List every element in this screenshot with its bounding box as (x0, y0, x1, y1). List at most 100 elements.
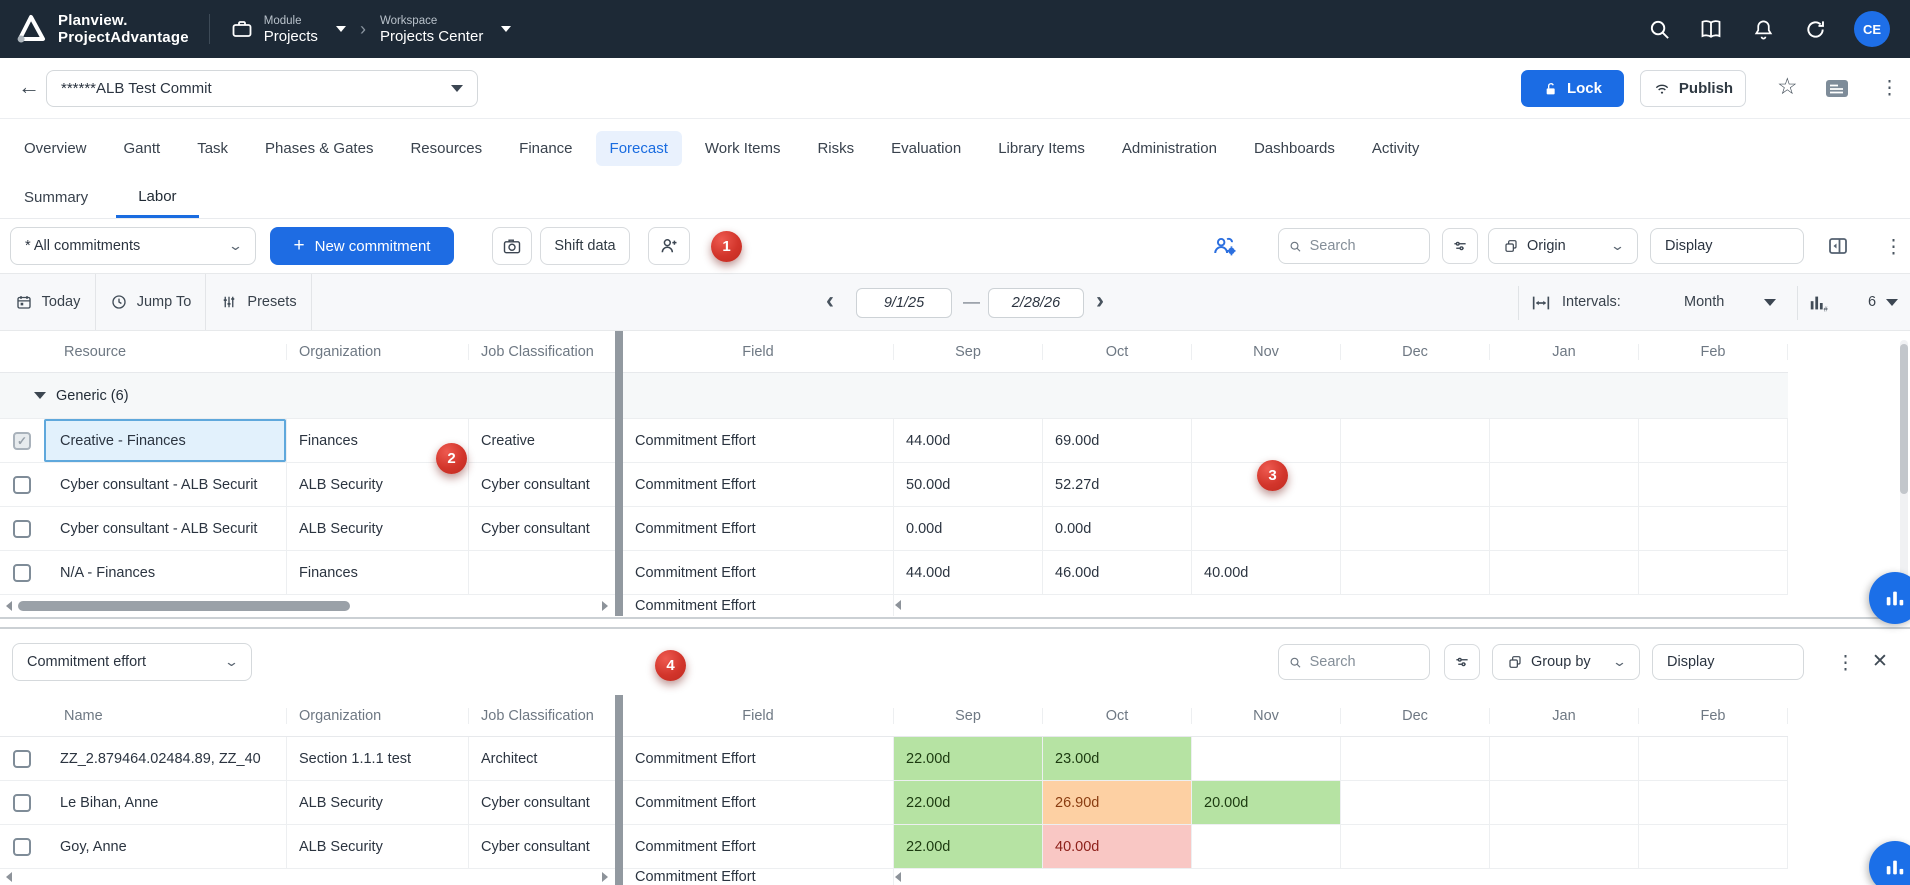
row-checkbox[interactable] (13, 476, 31, 494)
value-cell[interactable] (1490, 551, 1639, 594)
workspace-switcher[interactable]: Workspace Projects Center (380, 14, 511, 44)
value-cell[interactable]: 20.00d (1192, 781, 1341, 824)
resource-cell-selected[interactable]: Creative - Finances (44, 419, 286, 462)
value-cell[interactable]: 0.00d (894, 507, 1043, 550)
scroll-right-icon[interactable] (602, 872, 608, 882)
value-cell[interactable]: 23.00d (1043, 737, 1192, 780)
interval-caret-icon[interactable] (1764, 299, 1776, 306)
col-header-month[interactable]: Feb (1639, 708, 1788, 724)
scroll-left-icon[interactable] (895, 872, 901, 882)
value-cell[interactable]: 22.00d (894, 737, 1043, 780)
value-cell[interactable]: 52.27d (1043, 463, 1192, 506)
col-header-month[interactable]: Feb (1639, 344, 1788, 360)
col-header-month[interactable]: Nov (1192, 344, 1341, 360)
collapse-panel-icon[interactable] (1826, 234, 1850, 258)
tab-activity[interactable]: Activity (1358, 131, 1434, 166)
value-cell[interactable] (1192, 507, 1341, 550)
search-input[interactable] (1310, 654, 1419, 670)
col-header-month[interactable]: Jan (1490, 344, 1639, 360)
value-cell[interactable]: 22.00d (894, 781, 1043, 824)
value-cell[interactable] (1639, 419, 1788, 462)
col-header-job[interactable]: Job Classification (468, 708, 615, 724)
lock-button[interactable]: Lock (1521, 70, 1624, 107)
value-cell[interactable] (1490, 825, 1639, 868)
refresh-icon[interactable] (1802, 16, 1828, 42)
value-cell[interactable]: 50.00d (894, 463, 1043, 506)
value-cell[interactable] (1490, 463, 1639, 506)
value-cell[interactable] (1639, 507, 1788, 550)
back-arrow-icon[interactable] (18, 74, 40, 100)
value-cell[interactable]: 46.00d (1043, 551, 1192, 594)
tab-gantt[interactable]: Gantt (110, 131, 175, 166)
value-cell[interactable] (1490, 507, 1639, 550)
tab-administration[interactable]: Administration (1108, 131, 1231, 166)
group-collapse-caret-icon[interactable] (34, 392, 46, 399)
col-header-month[interactable]: Sep (894, 708, 1043, 724)
scroll-left-icon[interactable] (6, 601, 12, 611)
new-commitment-button[interactable]: New commitment (270, 227, 454, 265)
range-next-icon[interactable]: › (1096, 287, 1104, 315)
publish-button[interactable]: Publish (1640, 70, 1746, 107)
search-input[interactable] (1310, 238, 1419, 254)
value-cell[interactable] (1490, 419, 1639, 462)
tab-library-items[interactable]: Library Items (984, 131, 1099, 166)
scroll-right-icon[interactable] (602, 601, 608, 611)
col-header-month[interactable]: Nov (1192, 708, 1341, 724)
horizontal-scrollbar[interactable] (0, 869, 615, 885)
col-header-month[interactable]: Oct (1043, 708, 1192, 724)
value-cell[interactable]: 22.00d (894, 825, 1043, 868)
col-header-organization[interactable]: Organization (286, 344, 468, 360)
value-cell[interactable] (1341, 507, 1490, 550)
tab-work-items[interactable]: Work Items (691, 131, 795, 166)
row-checkbox[interactable] (13, 750, 31, 768)
resource-settings-icon[interactable] (1212, 233, 1239, 259)
scroll-left-icon[interactable] (6, 872, 12, 882)
favorite-star-icon[interactable] (1777, 73, 1798, 100)
group-by-select[interactable]: Group by (1492, 644, 1640, 680)
bottom-view-select[interactable]: Commitment effort (12, 643, 252, 681)
value-cell[interactable]: 44.00d (894, 551, 1043, 594)
value-cell[interactable]: 44.00d (894, 419, 1043, 462)
value-cell[interactable] (1639, 551, 1788, 594)
table-row[interactable]: Creative - Finances Finances Creative (0, 419, 615, 463)
tab-risks[interactable]: Risks (803, 131, 868, 166)
tab-forecast[interactable]: Forecast (596, 131, 682, 166)
value-cell[interactable] (1639, 463, 1788, 506)
table-row[interactable]: Cyber consultant - ALB Securit ALB Secur… (0, 507, 615, 551)
value-cell[interactable] (1341, 551, 1490, 594)
col-header-field[interactable]: Field (623, 708, 894, 724)
table-row[interactable]: ZZ_2.879464.02484.89, ZZ_40 Section 1.1.… (0, 737, 615, 781)
value-cell[interactable]: 26.90d (1043, 781, 1192, 824)
commitments-filter-select[interactable]: * All commitments (10, 227, 256, 265)
col-header-field[interactable]: Field (623, 344, 894, 360)
interval-count-caret-icon[interactable] (1886, 299, 1898, 306)
column-splitter[interactable] (615, 331, 623, 616)
value-cell[interactable] (1341, 463, 1490, 506)
tab-dashboards[interactable]: Dashboards (1240, 131, 1349, 166)
col-header-month[interactable]: Dec (1341, 344, 1490, 360)
origin-select[interactable]: Origin (1488, 228, 1638, 264)
tab-finance[interactable]: Finance (505, 131, 586, 166)
horizontal-scrollbar[interactable] (0, 596, 615, 616)
snapshot-camera-button[interactable] (492, 227, 532, 265)
bottom-search[interactable] (1278, 644, 1430, 680)
group-row-generic[interactable]: Generic (6) (0, 373, 615, 419)
tab-evaluation[interactable]: Evaluation (877, 131, 975, 166)
value-cell[interactable]: 40.00d (1192, 551, 1341, 594)
toolbar-more-menu[interactable] (1884, 236, 1903, 259)
interval-count[interactable]: 6 (1868, 294, 1876, 310)
range-end-input[interactable] (988, 288, 1084, 318)
value-cell[interactable] (1490, 737, 1639, 780)
range-prev-icon[interactable]: ‹ (826, 287, 834, 315)
value-cell[interactable] (1639, 825, 1788, 868)
column-splitter[interactable] (615, 695, 623, 885)
project-more-menu[interactable] (1880, 77, 1899, 100)
scroll-left-icon[interactable] (895, 600, 901, 610)
col-header-name[interactable]: Name (44, 708, 286, 724)
row-checkbox[interactable] (13, 838, 31, 856)
scrollbar-thumb[interactable] (18, 601, 350, 611)
tab-overview[interactable]: Overview (10, 131, 101, 166)
display-button[interactable]: Display (1650, 228, 1804, 264)
global-search-icon[interactable] (1646, 16, 1672, 42)
value-cell[interactable] (1639, 781, 1788, 824)
